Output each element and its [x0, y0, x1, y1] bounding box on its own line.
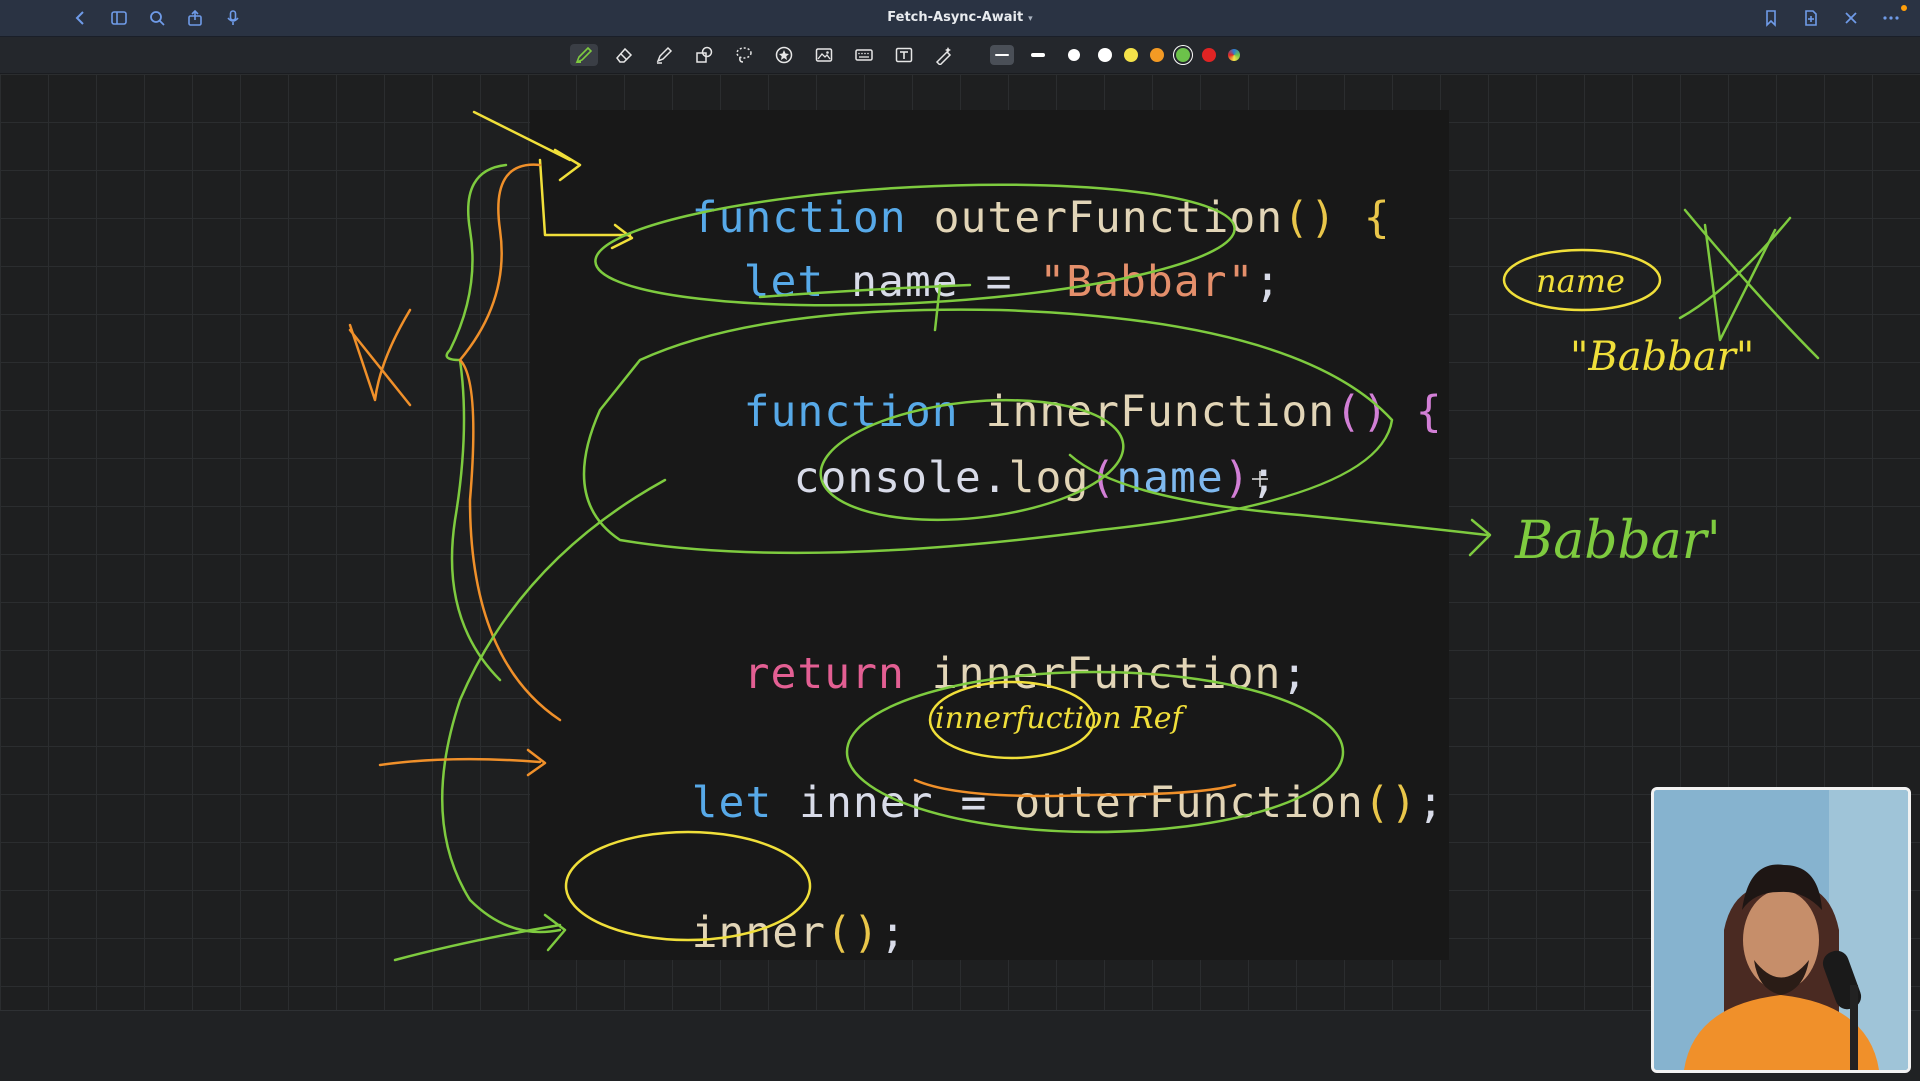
code-token: let [691, 778, 773, 828]
code-token: () [1335, 387, 1389, 437]
code-token: log [1008, 453, 1090, 503]
stroke-medium-button[interactable] [1026, 45, 1050, 65]
code-token: return [743, 649, 905, 699]
title-bar: Fetch-Async-Await ▾ [0, 0, 1920, 37]
code-token: name [1116, 453, 1224, 503]
code-token: ; [1254, 257, 1282, 307]
code-token: () [826, 908, 880, 958]
sticker-icon[interactable] [770, 44, 798, 66]
magic-pen-icon[interactable] [930, 44, 958, 66]
code-token: () [1283, 193, 1337, 243]
code-token: inner [799, 778, 934, 828]
notification-dot [1901, 5, 1907, 11]
code-line-6: let inner = outerFunction(); [584, 728, 1444, 878]
stroke-thin-button[interactable] [990, 45, 1014, 65]
close-icon[interactable] [1840, 8, 1862, 28]
code-token: inner [691, 908, 827, 958]
code-token: () [1363, 778, 1418, 828]
bottom-bar [0, 1010, 1920, 1081]
document-title[interactable]: Fetch-Async-Await ▾ [0, 10, 1920, 25]
more-icon[interactable] [1880, 8, 1902, 28]
code-token: ) [1223, 453, 1251, 503]
color-swatch-yellow[interactable] [1124, 48, 1138, 62]
code-token: outerFunction [1014, 778, 1364, 828]
code-token: = [985, 257, 1013, 307]
lasso-icon[interactable] [730, 44, 758, 66]
code-token: ; [1281, 649, 1309, 699]
code-token: { [1415, 387, 1443, 437]
webcam-overlay [1651, 787, 1911, 1073]
eraser-icon[interactable] [610, 44, 638, 66]
color-swatch-orange[interactable] [1150, 48, 1164, 62]
tool-group [570, 44, 1240, 66]
chevron-down-icon[interactable]: ▾ [1028, 14, 1033, 24]
add-page-icon[interactable] [1800, 8, 1822, 28]
code-token: innerFunction [931, 649, 1282, 699]
code-token: ; [1417, 778, 1445, 828]
color-swatch-red[interactable] [1202, 48, 1216, 62]
code-token: ; [879, 908, 907, 958]
keyboard-icon[interactable] [850, 44, 878, 66]
color-picker-icon[interactable] [1228, 49, 1240, 61]
titlebar-right-controls [1760, 8, 1902, 28]
drawing-toolbar [0, 37, 1920, 74]
highlighter-icon[interactable] [650, 44, 678, 66]
code-line-5: return innerFunction; [636, 599, 1308, 749]
code-token: console [793, 453, 982, 503]
text-box-icon[interactable] [890, 44, 918, 66]
code-token: { [1363, 193, 1391, 243]
code-token: let [743, 257, 825, 307]
stroke-thick-button[interactable] [1062, 45, 1086, 65]
code-token: "Babbar" [1039, 257, 1255, 307]
code-line-2: let name = "Babbar"; [636, 207, 1281, 357]
shapes-icon[interactable] [690, 44, 718, 66]
code-token: name [851, 257, 959, 307]
color-swatch-white[interactable] [1098, 48, 1112, 62]
code-line-7: inner(); [584, 858, 907, 1008]
code-token: ( [1089, 453, 1117, 503]
document-title-text: Fetch-Async-Await [887, 10, 1024, 25]
presenter-video [1654, 790, 1908, 1070]
code-snippet-panel: function outerFunction() { let name = "B… [530, 110, 1449, 960]
color-swatch-green[interactable] [1176, 48, 1190, 62]
code-token: . [981, 453, 1009, 503]
pen-icon[interactable] [570, 44, 598, 66]
code-line-4: console.log(name); [686, 403, 1278, 553]
move-cursor-icon [1251, 470, 1269, 488]
image-icon[interactable] [810, 44, 838, 66]
code-token: = [960, 778, 988, 828]
bookmark-icon[interactable] [1760, 8, 1782, 28]
